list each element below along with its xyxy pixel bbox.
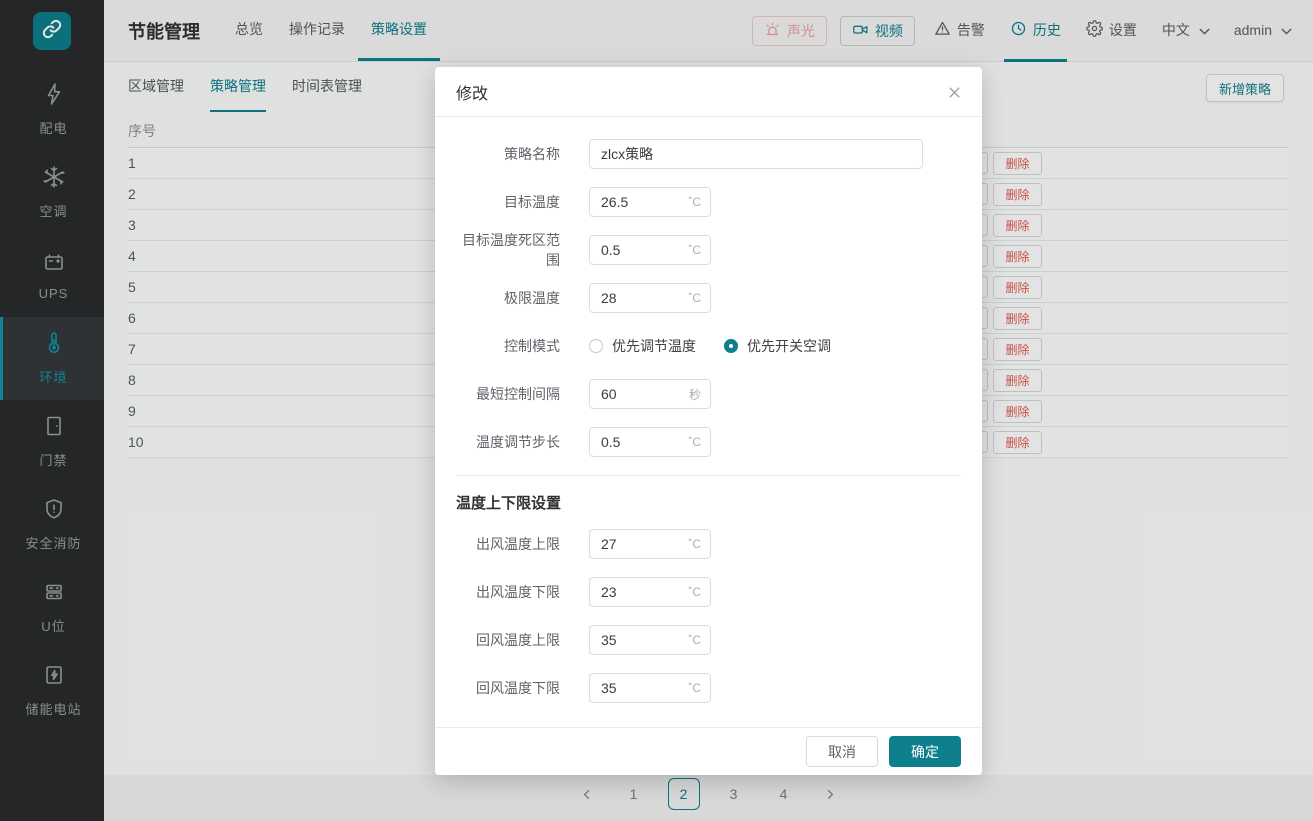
limit-temp-input[interactable] (590, 290, 688, 306)
field-label: 出风温度上限 (456, 534, 560, 554)
field-label: 回风温度下限 (456, 678, 560, 698)
field-label: 最短控制间隔 (456, 384, 560, 404)
return-upper-input[interactable] (590, 632, 688, 648)
unit-label: 秒 (689, 386, 710, 403)
step-size-input[interactable] (590, 434, 688, 450)
unit-label: ˚C (688, 537, 710, 551)
form-row-target-temp: 目标温度 ˚C (456, 187, 961, 217)
field-label: 策略名称 (456, 144, 560, 164)
form-row-outlet-upper: 出风温度上限 ˚C (456, 529, 961, 559)
policy-name-input[interactable] (589, 139, 923, 169)
unit-label: ˚C (688, 195, 710, 209)
field-label: 目标温度 (456, 192, 560, 212)
form-row-policy-name: 策略名称 (456, 139, 961, 169)
form-row-min-interval: 最短控制间隔 秒 (456, 379, 961, 409)
section-title: 温度上下限设置 (456, 492, 961, 513)
modal-header: 修改 (435, 67, 982, 117)
field-label: 温度调节步长 (456, 432, 560, 452)
form-row-control-mode: 控制模式 优先调节温度 优先开关空调 (456, 331, 961, 361)
min-interval-input[interactable] (590, 386, 689, 402)
control-mode-radio-group: 优先调节温度 优先开关空调 (589, 336, 831, 356)
unit-label: ˚C (688, 585, 710, 599)
radio-unchecked-icon (589, 339, 603, 353)
radio-label: 优先调节温度 (612, 336, 696, 356)
edit-policy-modal: 修改 策略名称 目标温度 ˚C 目标温度死区范围 (435, 67, 982, 775)
outlet-lower-input[interactable] (590, 584, 688, 600)
radio-checked-icon (724, 339, 738, 353)
unit-label: ˚C (688, 681, 710, 695)
form-row-outlet-lower: 出风温度下限 ˚C (456, 577, 961, 607)
radio-label: 优先开关空调 (747, 336, 831, 356)
unit-label: ˚C (688, 633, 710, 647)
outlet-upper-input[interactable] (590, 536, 688, 552)
deadzone-input[interactable] (590, 242, 688, 258)
field-label: 回风温度上限 (456, 630, 560, 650)
form-row-deadzone: 目标温度死区范围 ˚C (456, 235, 961, 265)
modal-footer: 取消 确定 (435, 727, 982, 775)
field-label: 极限温度 (456, 288, 560, 308)
radio-switch-ac[interactable]: 优先开关空调 (724, 336, 831, 356)
field-label: 控制模式 (456, 336, 560, 356)
confirm-button[interactable]: 确定 (889, 736, 961, 767)
close-icon[interactable] (944, 82, 964, 102)
form-row-return-upper: 回风温度上限 ˚C (456, 625, 961, 655)
return-lower-input[interactable] (590, 680, 688, 696)
unit-label: ˚C (688, 291, 710, 305)
modal-title: 修改 (456, 80, 488, 104)
field-label: 目标温度死区范围 (456, 230, 560, 271)
radio-adjust-temperature[interactable]: 优先调节温度 (589, 336, 696, 356)
cancel-button[interactable]: 取消 (806, 736, 878, 767)
section-divider (456, 475, 961, 476)
form-row-limit-temp: 极限温度 ˚C (456, 283, 961, 313)
unit-label: ˚C (688, 435, 710, 449)
unit-label: ˚C (688, 243, 710, 257)
form-row-step-size: 温度调节步长 ˚C (456, 427, 961, 457)
form-row-return-lower: 回风温度下限 ˚C (456, 673, 961, 703)
target-temp-input[interactable] (590, 194, 688, 210)
field-label: 出风温度下限 (456, 582, 560, 602)
modal-body: 策略名称 目标温度 ˚C 目标温度死区范围 ˚C (435, 117, 982, 727)
